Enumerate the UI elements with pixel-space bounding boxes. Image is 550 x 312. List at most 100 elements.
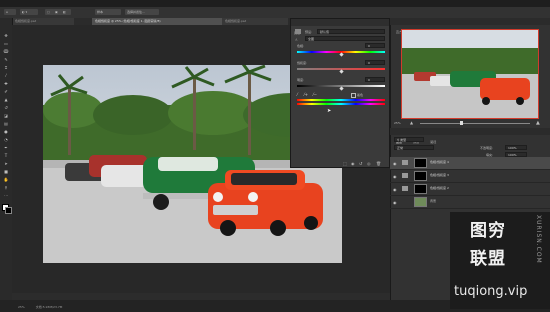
navigator-zoom-bar: 25% ▲ ▲ [390, 119, 550, 128]
gradient-tool-icon[interactable]: ▤ [3, 122, 9, 126]
visibility-eye-icon[interactable]: ◉ [393, 200, 397, 205]
background-color-swatch[interactable] [5, 207, 12, 214]
properties-panel-header: 属性 [291, 19, 389, 35]
output-color-bar [297, 103, 385, 105]
zoom-slider-thumb[interactable] [460, 121, 463, 125]
type-tool-icon[interactable]: T [3, 154, 9, 158]
blur-tool-icon[interactable]: ● [3, 130, 9, 134]
hue-label: 色相: [297, 44, 305, 48]
layer-name: 色相/饱和度 4 [430, 160, 449, 164]
tab-document-3[interactable]: 色相饱和度.psd [222, 18, 288, 25]
quick-select-tool-icon[interactable]: ✎ [3, 58, 9, 62]
saturation-slider-thumb[interactable] [339, 69, 344, 74]
layer-row[interactable]: ◉ 色相/饱和度 3 [390, 170, 550, 183]
eyedropper-minus-icon[interactable]: ⁄− [313, 92, 317, 97]
layer-name: 色相/饱和度 3 [430, 173, 449, 177]
layer-row[interactable]: ◉ 色相/饱和度 4 [390, 157, 550, 170]
zoom-out-icon[interactable]: ▲ [410, 120, 413, 125]
eyedropper-icon[interactable]: ⁄ [297, 92, 298, 97]
menu-bar: 文件(F) 编辑(E) 图像(I) 图层(L) 文字(Y) 选择(S) 滤镜(T… [0, 0, 550, 16]
layer-name: 背景 [430, 199, 437, 203]
visibility-eye-icon[interactable]: ◉ [393, 174, 397, 179]
delete-adjustment-icon[interactable]: 🗑 [376, 161, 381, 166]
preset-label: 预设: [305, 30, 313, 34]
status-doc-size: 文档:5.93M/23.7M [35, 305, 63, 309]
hand-tool-icon[interactable]: ✋ [3, 178, 9, 182]
layers-tabs: 图层 通道 路径 [390, 128, 550, 144]
layer-mask-thumbnail[interactable] [414, 184, 427, 194]
move-tool-icon[interactable]: ✥ [3, 34, 9, 38]
zoom-tool-icon[interactable]: ⚲ [3, 186, 9, 190]
layers-controls: ⚲ 类型 正常 不透明度: 100% 填充: 100% [390, 135, 550, 157]
mouse-cursor-icon: ➤ [327, 108, 332, 114]
adjustment-layer-icon [402, 160, 408, 165]
blend-mode-dropdown[interactable]: 正常 [394, 145, 434, 150]
opacity-field[interactable]: 100% [505, 145, 527, 150]
status-bar: 25% 文档:5.93M/23.7M [12, 293, 390, 309]
watermark-line-2: 联盟 [470, 249, 506, 269]
more-tools-icon[interactable]: ⋯ [3, 194, 9, 198]
saturation-value-field[interactable]: 0 [365, 60, 385, 65]
opacity-label: 不透明度: [480, 146, 494, 150]
navigator-thumbnail[interactable] [401, 29, 539, 119]
reset-icon[interactable]: ↺ [359, 161, 362, 166]
brush-preset-picker[interactable]: ◐ ▾ [20, 9, 38, 15]
zoom-slider[interactable] [420, 123, 530, 124]
hue-sat-adjustment-icon [295, 29, 301, 34]
subtract-selection-icon[interactable]: ◧ [61, 9, 71, 15]
input-color-bar [297, 99, 385, 101]
preset-dropdown[interactable]: 默认值 [317, 29, 385, 34]
visibility-eye-icon[interactable]: ◉ [393, 161, 397, 166]
status-zoom: 25% [18, 305, 25, 309]
dodge-tool-icon[interactable]: ◔ [3, 138, 9, 142]
properties-panel: 属性 预设: 默认值 ☝ 全图 色相: 0 饱和度: 0 明度: 0 ⁄ ⁄+ … [290, 18, 390, 168]
lightness-value-field[interactable]: 0 [365, 77, 385, 82]
lightness-slider-thumb[interactable] [339, 86, 344, 91]
layer-row[interactable]: ◉ 背景 [390, 196, 550, 209]
crop-tool-icon[interactable]: ⌗ [3, 66, 9, 70]
marquee-tool-icon[interactable]: ▭ [3, 42, 9, 46]
channel-dropdown[interactable]: 全图 [305, 36, 385, 41]
view-previous-icon[interactable]: ◉ [351, 161, 355, 166]
pen-tool-icon[interactable]: ✒ [3, 146, 9, 150]
tab-document-active[interactable]: 色相饱和度 @ 25% (色相/饱和度 1, 图层蒙版/8) [92, 18, 226, 25]
layer-mask-thumbnail[interactable] [414, 171, 427, 181]
colorize-checkbox[interactable] [351, 93, 356, 98]
navigator-zoom-value: 25% [394, 121, 401, 125]
hue-value-field[interactable]: 0 [365, 43, 385, 48]
saturation-label: 饱和度: [297, 61, 308, 65]
eyedropper-tool-icon[interactable]: ⁄ [3, 74, 9, 78]
lightness-label: 明度: [297, 78, 305, 82]
zoom-in-icon[interactable]: ▲ [536, 120, 540, 126]
stamp-tool-icon[interactable]: ▲ [3, 98, 9, 102]
shape-tool-icon[interactable]: ■ [3, 170, 9, 174]
toggle-visibility-icon[interactable]: ◎ [367, 161, 371, 166]
background-layer-thumbnail[interactable] [414, 197, 427, 207]
watermark-line-1: 图穷 [470, 221, 506, 241]
watermark-url: tuqiong.vip [454, 284, 528, 299]
layer-name: 色相/饱和度 2 [430, 186, 449, 190]
navigator-preview [402, 30, 538, 118]
eraser-tool-icon[interactable]: ◪ [3, 114, 9, 118]
layer-mask-thumbnail[interactable] [414, 158, 427, 168]
path-select-tool-icon[interactable]: ➤ [3, 162, 9, 166]
layer-row[interactable]: ◉ 色相/饱和度 2 [390, 183, 550, 196]
brush-tool-icon[interactable]: ✐ [3, 90, 9, 94]
targeted-adjust-icon[interactable]: ☝ [295, 37, 297, 42]
tab-document-1[interactable]: 色相饱和度.psd [12, 18, 74, 25]
history-brush-icon[interactable]: ↺ [3, 106, 9, 110]
hue-slider-thumb[interactable] [339, 52, 344, 57]
layer-filter-dropdown[interactable]: ⚲ 类型 [394, 137, 424, 142]
eyedropper-plus-icon[interactable]: ⁄+ [304, 92, 308, 97]
visibility-eye-icon[interactable]: ◉ [393, 187, 397, 192]
clip-to-layer-icon[interactable]: ⬚ [343, 161, 347, 166]
select-and-mask-button[interactable]: 选择并遮住... [125, 9, 159, 15]
lasso-tool-icon[interactable]: ↂ [3, 50, 9, 54]
sample-all-layers-checkbox[interactable]: 样本 [95, 9, 121, 15]
healing-tool-icon[interactable]: ✚ [3, 82, 9, 86]
adjustment-layer-icon [402, 173, 408, 178]
watermark-side-text: XURISN.COM [535, 215, 542, 264]
home-icon[interactable]: ⌂ [4, 9, 16, 15]
navigator-tabs: 直方图 导航器 [390, 18, 550, 34]
colorize-label: 着色 [357, 93, 364, 97]
